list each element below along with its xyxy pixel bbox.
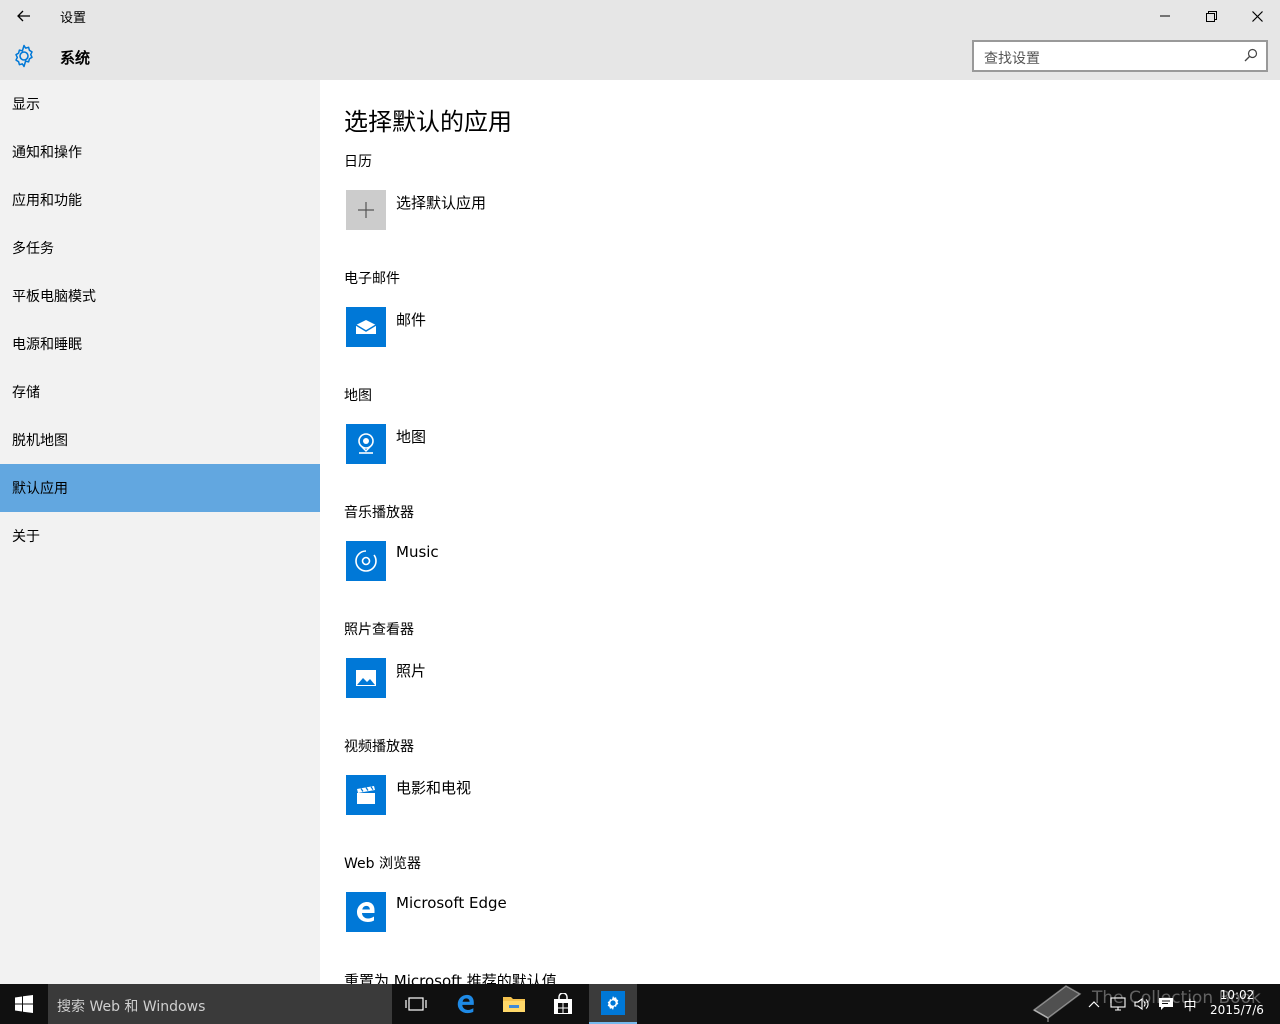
sidebar-item-label: 默认应用 — [12, 481, 68, 497]
default-app-video[interactable]: 电影和电视 — [346, 775, 746, 815]
default-app-web-browser[interactable]: Microsoft Edge — [346, 892, 746, 932]
sidebar-item-tablet-mode[interactable]: 平板电脑模式 — [0, 272, 320, 320]
notification-icon — [1159, 998, 1173, 1010]
sidebar-item-display[interactable]: 显示 — [0, 80, 320, 128]
title-bar: 设置 — [0, 0, 1280, 32]
sidebar-item-label: 平板电脑模式 — [12, 289, 96, 305]
restore-icon — [1205, 10, 1217, 22]
app-name: 邮件 — [396, 311, 427, 329]
gear-icon — [15, 44, 33, 68]
app-name: Music — [396, 543, 439, 561]
category-label: Web 浏览器 — [344, 856, 421, 872]
taskbar-search-input[interactable]: 搜索 Web 和 Windows — [48, 984, 392, 1024]
sidebar-item-label: 电源和睡眠 — [12, 337, 82, 353]
clock-time: 10:02 — [1219, 988, 1255, 1002]
sidebar-item-notifications[interactable]: 通知和操作 — [0, 128, 320, 176]
sidebar-item-label: 多任务 — [12, 241, 54, 257]
sidebar-item-label: 应用和功能 — [12, 193, 82, 209]
minimize-button[interactable] — [1142, 0, 1188, 32]
taskbar: 搜索 Web 和 Windows The Collection Book 中 1… — [0, 984, 1280, 1024]
default-app-photos[interactable]: 照片 — [346, 658, 746, 698]
taskbar-file-explorer-button[interactable] — [490, 984, 538, 1024]
chevron-up-icon — [1088, 1001, 1100, 1008]
back-arrow-icon[interactable] — [8, 4, 40, 28]
volume-button[interactable] — [1132, 994, 1152, 1014]
plus-icon — [346, 190, 386, 230]
network-button[interactable] — [1108, 994, 1128, 1014]
movies-tv-icon — [346, 775, 386, 815]
show-hidden-icons-button[interactable] — [1084, 994, 1104, 1014]
music-icon — [346, 541, 386, 581]
default-app-calendar[interactable]: 选择默认应用 — [346, 190, 746, 230]
input-method-indicator[interactable]: 中 — [1180, 994, 1200, 1014]
sidebar-item-label: 脱机地图 — [12, 433, 68, 449]
sidebar-item-apps-features[interactable]: 应用和功能 — [0, 176, 320, 224]
start-button[interactable] — [0, 984, 48, 1024]
task-view-icon — [405, 997, 427, 1011]
taskbar-store-button[interactable] — [539, 984, 587, 1024]
sidebar-item-label: 存储 — [12, 385, 40, 401]
close-icon — [1251, 10, 1263, 22]
settings-icon — [601, 991, 625, 1015]
sidebar-item-default-apps[interactable]: 默认应用 — [0, 464, 320, 512]
search-icon[interactable] — [1244, 48, 1258, 62]
book-watermark-icon — [1032, 985, 1082, 1022]
maps-icon — [346, 424, 386, 464]
default-app-music[interactable]: Music — [346, 541, 746, 581]
edge-icon — [346, 892, 386, 932]
app-name: 地图 — [396, 428, 427, 446]
taskbar-settings-button[interactable] — [589, 984, 637, 1024]
search-placeholder: 查找设置 — [984, 51, 1040, 67]
search-settings-input[interactable]: 查找设置 — [972, 40, 1268, 72]
close-button[interactable] — [1234, 0, 1280, 32]
category-label: 日历 — [344, 154, 372, 170]
app-name: 电影和电视 — [396, 779, 472, 797]
taskbar-search-placeholder: 搜索 Web 和 Windows — [57, 999, 206, 1015]
restore-button[interactable] — [1188, 0, 1234, 32]
sidebar-item-power-sleep[interactable]: 电源和睡眠 — [0, 320, 320, 368]
network-icon — [1110, 997, 1126, 1011]
sidebar-item-multitasking[interactable]: 多任务 — [0, 224, 320, 272]
category-label: 电子邮件 — [344, 271, 400, 287]
task-view-button[interactable] — [392, 984, 440, 1024]
minimize-icon — [1160, 15, 1170, 17]
window-title: 设置 — [60, 11, 87, 26]
sidebar: 显示 通知和操作 应用和功能 多任务 平板电脑模式 电源和睡眠 存储 脱机地图 … — [0, 80, 320, 984]
category-label: 音乐播放器 — [344, 505, 414, 521]
section-title: 系统 — [60, 49, 91, 67]
main-content: 选择默认的应用 日历 选择默认应用 电子邮件 邮件 地图 地图 音乐播放器 Mu… — [320, 80, 1280, 984]
taskbar-edge-button[interactable] — [442, 984, 490, 1024]
category-label: 视频播放器 — [344, 739, 414, 755]
category-label: 地图 — [344, 388, 372, 404]
default-app-maps[interactable]: 地图 — [346, 424, 746, 464]
volume-icon — [1134, 997, 1149, 1011]
sidebar-item-about[interactable]: 关于 — [0, 512, 320, 560]
app-name: 选择默认应用 — [396, 194, 487, 212]
category-label: 照片查看器 — [344, 622, 414, 638]
photos-icon — [346, 658, 386, 698]
sidebar-item-label: 通知和操作 — [12, 145, 82, 161]
file-explorer-icon — [503, 997, 525, 1012]
sidebar-item-offline-maps[interactable]: 脱机地图 — [0, 416, 320, 464]
sidebar-item-storage[interactable]: 存储 — [0, 368, 320, 416]
sidebar-item-label: 显示 — [12, 97, 40, 113]
app-name: 照片 — [396, 662, 427, 680]
sidebar-item-label: 关于 — [12, 529, 40, 545]
default-app-email[interactable]: 邮件 — [346, 307, 746, 347]
page-title: 选择默认的应用 — [344, 108, 512, 136]
ime-label: 中 — [1183, 998, 1197, 1014]
reset-defaults-label: 重置为 Microsoft 推荐的默认值 — [344, 972, 557, 984]
mail-icon — [346, 307, 386, 347]
edge-icon — [457, 994, 474, 1014]
taskbar-clock[interactable]: 10:02 2015/7/6 — [1206, 988, 1268, 1018]
app-name: Microsoft Edge — [396, 894, 507, 912]
clock-date: 2015/7/6 — [1210, 1003, 1264, 1017]
action-center-button[interactable] — [1156, 994, 1176, 1014]
windows-logo-icon — [15, 995, 33, 1013]
store-icon — [554, 993, 572, 1014]
settings-header: 系统 查找设置 — [0, 32, 1280, 80]
